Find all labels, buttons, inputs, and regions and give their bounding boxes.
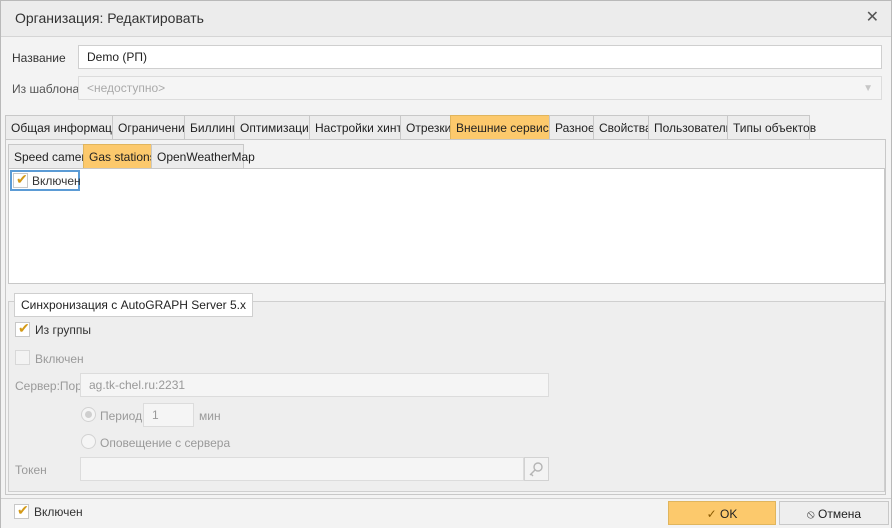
tab-limits[interactable]: Ограничения [112,115,191,140]
main-tabs: Общая информация Ограничения Биллинг Опт… [5,115,885,140]
tab-label: Биллинг [190,121,237,135]
key-icon [529,462,543,477]
sync-legend: Синхронизация с AutoGRAPH Server 5.x [14,293,253,317]
token-label: Токен [15,463,47,477]
period-unit: мин [199,409,221,423]
sync-enabled-checkbox[interactable] [15,350,30,365]
tab-label: Ограничения [118,121,192,135]
dialog-footer: ✔ Включен ✓ OK ⦸ Отмена [1,498,891,528]
tab-properties[interactable]: Свойства [593,115,652,140]
ok-button[interactable]: ✓ OK [668,501,776,525]
tab-optimization[interactable]: Оптимизация [234,115,315,140]
tab-label: Speed camera [14,150,93,164]
footer-enabled-checkbox[interactable]: ✔ [14,502,29,519]
tab-label: Разное [555,121,595,135]
tab-external-services[interactable]: Внешние сервисы [450,115,557,140]
chevron-down-icon: ▼ [863,83,873,94]
tab-segments[interactable]: Отрезки [400,115,451,140]
tab-label: Пользователи [654,121,733,135]
tab-misc[interactable]: Разное [549,115,595,140]
tab-label: Gas stations [89,150,156,164]
tab-label: Оптимизация [240,121,316,135]
tab-speed-camera[interactable]: Speed camera [8,144,92,169]
name-value: Demo (РП) [87,50,147,64]
checkmark-icon: ✔ [18,320,30,336]
tab-label: Отрезки [406,121,452,135]
name-label: Название [12,51,66,65]
ban-icon: ⦸ [806,507,815,521]
sub-tabs: Speed camera Gas stations OpenWeatherMap [8,144,308,169]
sync-enabled-label: Включен [35,352,84,366]
edit-organization-dialog: Организация: Редактировать ✕ Название De… [0,0,892,528]
tab-label: Общая информация [11,121,126,135]
token-field[interactable] [80,457,524,481]
gas-enabled-checkbox[interactable]: ✔ [13,171,28,188]
cancel-button[interactable]: ⦸ Отмена [779,501,889,525]
checkmark-icon: ✔ [17,502,29,518]
tab-hint-settings[interactable]: Настройки хинта [309,115,409,140]
gas-enabled-label: Включен [32,174,81,188]
tab-label: Типы объектов [733,121,817,135]
template-label: Из шаблона [12,82,80,96]
server-port-value: ag.tk-chel.ru:2231 [89,378,186,392]
check-icon: ✓ [706,507,717,521]
server-port-label: Сервер:Порт [15,379,88,393]
close-icon[interactable]: ✕ [866,9,879,27]
footer-enabled-label: Включен [34,505,83,519]
tab-users[interactable]: Пользователи [648,115,732,140]
title-bar: Организация: Редактировать ✕ [1,1,891,37]
ok-label: OK [720,507,738,521]
name-field[interactable]: Demo (РП) [78,45,882,69]
template-placeholder: <недоступно> [87,81,166,95]
from-group-label: Из группы [35,323,91,337]
tab-label: Свойства [599,121,652,135]
tab-label: Внешние сервисы [456,121,558,135]
period-label: Период [100,409,143,423]
tab-label: OpenWeatherMap [157,150,255,164]
gas-stations-panel: ✔ Включен [8,168,885,284]
tab-general[interactable]: Общая информация [5,115,125,140]
tab-object-types[interactable]: Типы объектов [727,115,816,140]
template-select[interactable]: <недоступно> ▼ [78,76,882,100]
notify-label: Оповещение с сервера [100,436,231,450]
from-group-checkbox[interactable]: ✔ [15,320,30,337]
tab-openweathermap[interactable]: OpenWeatherMap [151,144,255,169]
tab-label: Настройки хинта [315,121,409,135]
checkmark-icon: ✔ [16,171,28,187]
period-field[interactable]: 1 [143,403,194,427]
server-port-field[interactable]: ag.tk-chel.ru:2231 [80,373,549,397]
tab-billing[interactable]: Биллинг [184,115,237,140]
period-radio[interactable] [81,407,96,422]
cancel-label: Отмена [818,507,862,521]
token-key-button[interactable] [524,457,549,481]
tab-gas-stations[interactable]: Gas stations [83,144,156,169]
notify-radio[interactable] [81,434,96,449]
dialog-title: Организация: Редактировать [15,10,204,26]
period-value: 1 [152,408,159,422]
radio-dot [85,411,92,418]
